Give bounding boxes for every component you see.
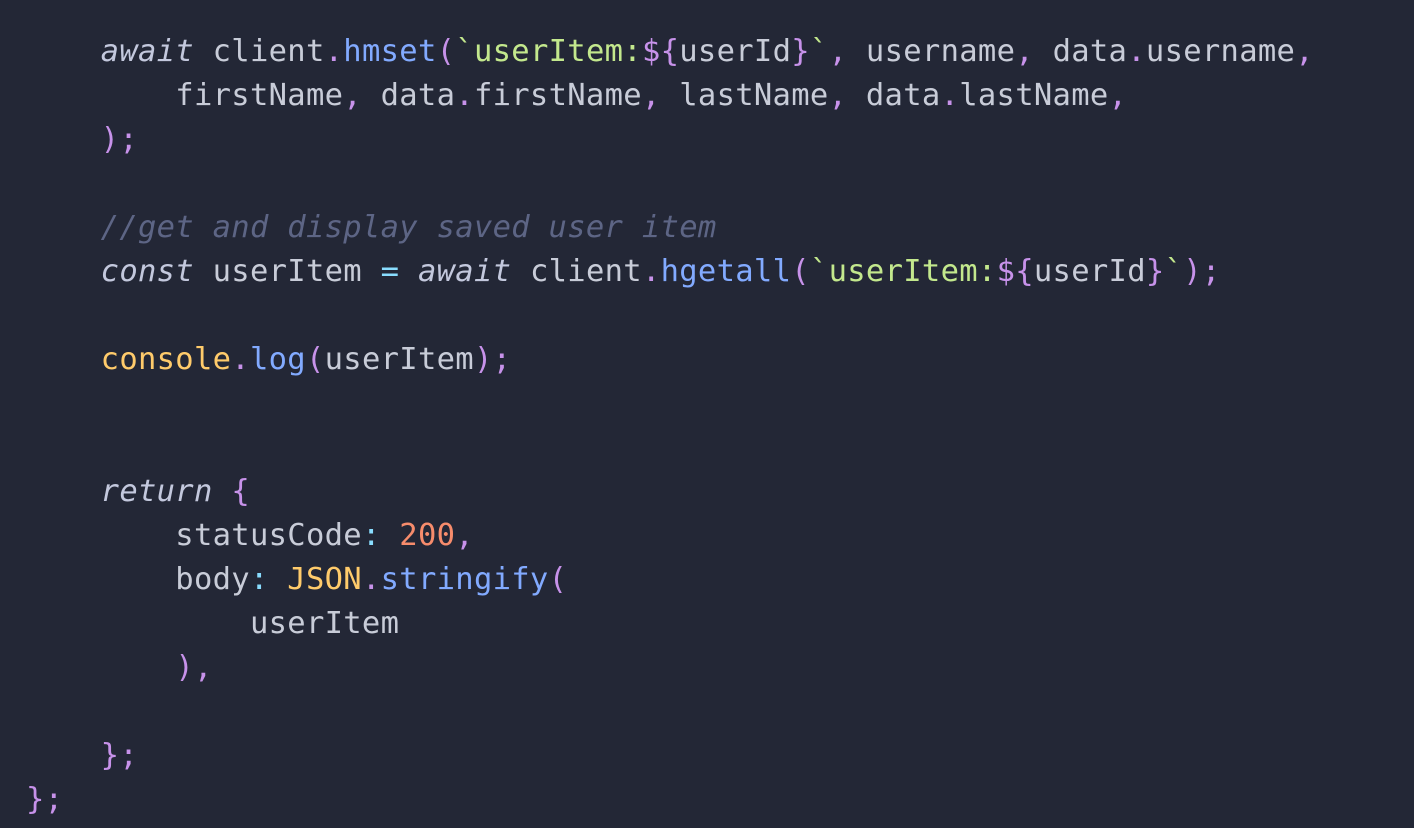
code-token: userItem xyxy=(324,342,474,377)
code-token: ); xyxy=(100,122,138,157)
code-token: ${ xyxy=(641,34,680,69)
code-line: console.log(userItem); xyxy=(26,338,511,382)
code-token: , xyxy=(828,78,848,113)
code-token: userId xyxy=(1033,254,1146,289)
code-token: JSON xyxy=(287,562,362,597)
code-token: ${ xyxy=(996,254,1034,289)
code-token: , xyxy=(1108,78,1128,113)
code-line: }; xyxy=(26,778,63,822)
code-token: . xyxy=(641,254,661,289)
code-token: lastName xyxy=(660,78,829,113)
code-token: , xyxy=(455,518,474,553)
code-token: : xyxy=(361,518,381,553)
code-line: const userItem = await client.hgetall(`u… xyxy=(26,250,1221,294)
code-token: ( xyxy=(436,34,456,69)
code-token: . xyxy=(324,34,344,69)
code-line: await client.hmset(`userItem:${userId}`,… xyxy=(26,30,1314,74)
code-token: { xyxy=(231,474,250,509)
code-token: ( xyxy=(305,342,325,377)
code-token: ` xyxy=(455,34,474,69)
code-token: }; xyxy=(26,782,64,817)
code-token: . xyxy=(361,562,381,597)
code-token: . xyxy=(455,78,474,113)
code-token: return xyxy=(100,474,213,509)
code-token: ); xyxy=(1183,254,1221,289)
code-token: = xyxy=(380,254,400,289)
code-token: firstName xyxy=(473,78,642,113)
code-token: hgetall xyxy=(660,254,792,289)
code-line: firstName, data.firstName, lastName, dat… xyxy=(26,74,1127,118)
code-token: data xyxy=(361,78,456,113)
code-token: statusCode xyxy=(26,518,362,553)
code-token: ( xyxy=(548,562,568,597)
code-token: , xyxy=(1295,34,1314,69)
code-token: const xyxy=(100,254,194,289)
code-token: lastName xyxy=(959,78,1109,113)
code-token: userItem: xyxy=(473,34,642,69)
code-token: username xyxy=(847,34,1016,69)
code-token: ); xyxy=(473,342,512,377)
code-token: body xyxy=(26,562,250,597)
code-token: ` xyxy=(809,34,829,69)
code-token: , xyxy=(828,34,848,69)
code-token: firstName xyxy=(26,78,344,113)
code-token: log xyxy=(249,342,306,377)
code-token: //get and display saved user item xyxy=(100,210,717,245)
code-token: , xyxy=(1015,34,1034,69)
code-token: hmset xyxy=(343,34,437,69)
code-token: . xyxy=(940,78,960,113)
code-token: userItem xyxy=(193,254,381,289)
code-token: await xyxy=(100,34,194,69)
code-token: data xyxy=(847,78,941,113)
code-line: //get and display saved user item xyxy=(26,206,717,250)
code-token: ( xyxy=(791,254,810,289)
code-token: ), xyxy=(175,650,213,685)
code-token: }; xyxy=(100,738,138,773)
code-line: body: JSON.stringify( xyxy=(26,558,567,602)
code-token: client xyxy=(511,254,642,289)
code-token: client xyxy=(193,34,325,69)
code-line: }; xyxy=(26,734,138,778)
code-token: : xyxy=(249,562,269,597)
code-token: userItem: xyxy=(828,254,997,289)
code-line: return { xyxy=(26,470,250,514)
code-token: username xyxy=(1145,34,1296,69)
code-token: 200 xyxy=(399,518,456,553)
code-token: data xyxy=(1033,34,1128,69)
code-line: userItem xyxy=(26,602,399,646)
code-token: await xyxy=(417,254,512,289)
code-token: userItem xyxy=(26,606,400,641)
code-token: ` xyxy=(1164,254,1184,289)
code-token: . xyxy=(1127,34,1146,69)
code-line: statusCode: 200, xyxy=(26,514,474,558)
code-token: stringify xyxy=(380,562,549,597)
code-token: , xyxy=(343,78,362,113)
code-token: console xyxy=(100,342,232,377)
code-token: userId xyxy=(679,34,792,69)
code-token: } xyxy=(1145,254,1165,289)
code-line: ), xyxy=(26,646,213,690)
code-token: . xyxy=(231,342,250,377)
code-line: ); xyxy=(26,118,138,162)
code-editor[interactable]: await client.hmset(`userItem:${userId}`,… xyxy=(0,0,1414,828)
code-token: , xyxy=(641,78,661,113)
code-token: } xyxy=(791,34,810,69)
code-token: ` xyxy=(809,254,829,289)
